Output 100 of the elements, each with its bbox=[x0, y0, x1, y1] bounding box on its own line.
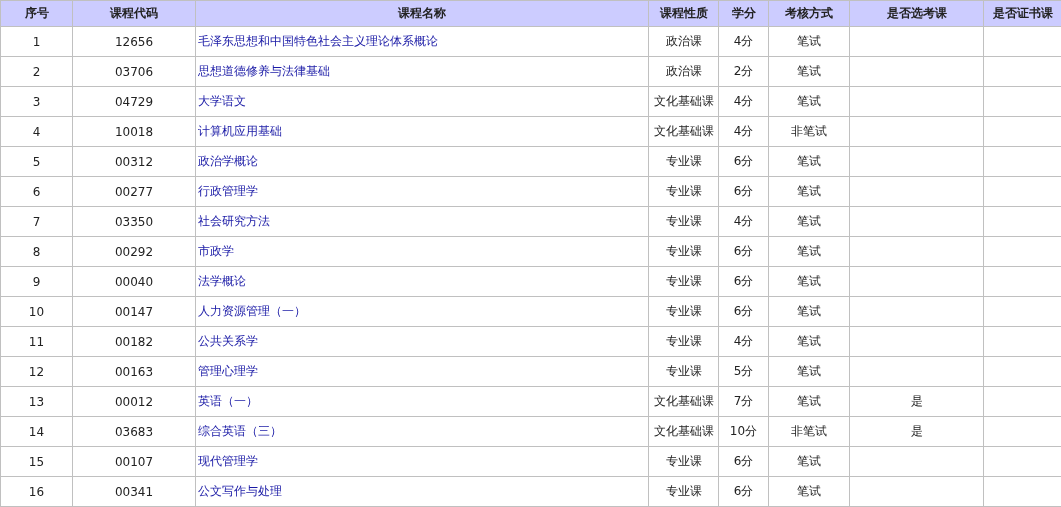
table-cell: 1 bbox=[0, 26, 73, 57]
table-cell: 11 bbox=[0, 326, 73, 357]
table-cell: 13 bbox=[0, 386, 73, 417]
table-cell: 专业课 bbox=[648, 266, 719, 297]
column-header: 序号 bbox=[0, 0, 73, 27]
table-cell: 笔试 bbox=[768, 86, 850, 117]
table-cell: 专业课 bbox=[648, 176, 719, 207]
table-cell: 6 bbox=[0, 176, 73, 207]
course-name-link[interactable]: 现代管理学 bbox=[198, 454, 258, 468]
column-header: 学分 bbox=[718, 0, 769, 27]
table-cell: 2 bbox=[0, 56, 73, 87]
course-name-link[interactable]: 公文写作与处理 bbox=[198, 484, 282, 498]
course-name-link[interactable]: 社会研究方法 bbox=[198, 214, 270, 228]
table-cell: 专业课 bbox=[648, 476, 719, 507]
table-cell: 4分 bbox=[718, 206, 769, 237]
table-cell: 15 bbox=[0, 446, 73, 477]
table-cell: 5 bbox=[0, 146, 73, 177]
table-cell: 00107 bbox=[72, 446, 196, 477]
table-cell: 6分 bbox=[718, 176, 769, 207]
table-cell: 00182 bbox=[72, 326, 196, 357]
course-name-link[interactable]: 市政学 bbox=[198, 244, 234, 258]
table-cell: 笔试 bbox=[768, 476, 850, 507]
course-name-link[interactable]: 大学语文 bbox=[198, 94, 246, 108]
table-cell: 笔试 bbox=[768, 206, 850, 237]
table-cell: 笔试 bbox=[768, 326, 850, 357]
table-cell: 专业课 bbox=[648, 326, 719, 357]
table-cell: 16 bbox=[0, 476, 73, 507]
table-cell: 专业课 bbox=[648, 236, 719, 267]
table-cell: 3 bbox=[0, 86, 73, 117]
table-cell: 文化基础课 bbox=[648, 386, 719, 417]
table-cell: 4 bbox=[0, 116, 73, 147]
table-cell: 4分 bbox=[718, 86, 769, 117]
column-header: 课程名称 bbox=[195, 0, 649, 27]
course-name-link[interactable]: 人力资源管理（一） bbox=[198, 304, 306, 318]
table-cell: 6分 bbox=[718, 476, 769, 507]
table-cell: 是 bbox=[849, 386, 984, 417]
table-cell: 笔试 bbox=[768, 356, 850, 387]
table-cell: 笔试 bbox=[768, 26, 850, 57]
table-cell: 10 bbox=[0, 296, 73, 327]
course-name-link[interactable]: 公共关系学 bbox=[198, 334, 258, 348]
table-cell: 04729 bbox=[72, 86, 196, 117]
column-header: 考核方式 bbox=[768, 0, 850, 27]
table-cell: 专业课 bbox=[648, 206, 719, 237]
table-cell: 00341 bbox=[72, 476, 196, 507]
table-cell: 笔试 bbox=[768, 146, 850, 177]
table-cell: 9 bbox=[0, 266, 73, 297]
course-name-link[interactable]: 管理心理学 bbox=[198, 364, 258, 378]
table-cell: 专业课 bbox=[648, 146, 719, 177]
table-cell: 非笔试 bbox=[768, 116, 850, 147]
table-cell: 6分 bbox=[718, 236, 769, 267]
table-cell: 4分 bbox=[718, 26, 769, 57]
table-cell: 7分 bbox=[718, 386, 769, 417]
table-cell: 10分 bbox=[718, 416, 769, 447]
table-cell: 专业课 bbox=[648, 296, 719, 327]
table-cell: 文化基础课 bbox=[648, 416, 719, 447]
table-cell: 笔试 bbox=[768, 56, 850, 87]
table-cell: 00277 bbox=[72, 176, 196, 207]
table-cell: 政治课 bbox=[648, 26, 719, 57]
table-cell: 专业课 bbox=[648, 446, 719, 477]
table-cell: 00040 bbox=[72, 266, 196, 297]
table-cell: 14 bbox=[0, 416, 73, 447]
table-cell: 专业课 bbox=[648, 356, 719, 387]
table-cell: 00312 bbox=[72, 146, 196, 177]
table-cell: 笔试 bbox=[768, 386, 850, 417]
course-name-link[interactable]: 法学概论 bbox=[198, 274, 246, 288]
table-cell: 笔试 bbox=[768, 236, 850, 267]
table-cell: 笔试 bbox=[768, 176, 850, 207]
table-cell: 笔试 bbox=[768, 266, 850, 297]
table-cell: 8 bbox=[0, 236, 73, 267]
table-cell: 12656 bbox=[72, 26, 196, 57]
table-cell: 6分 bbox=[718, 266, 769, 297]
table-cell: 文化基础课 bbox=[648, 86, 719, 117]
table-cell: 00012 bbox=[72, 386, 196, 417]
course-name-link[interactable]: 思想道德修养与法律基础 bbox=[198, 64, 330, 78]
table-cell: 6分 bbox=[718, 146, 769, 177]
table-cell: 笔试 bbox=[768, 296, 850, 327]
course-name-link[interactable]: 行政管理学 bbox=[198, 184, 258, 198]
table-cell: 10018 bbox=[72, 116, 196, 147]
course-name-link[interactable]: 计算机应用基础 bbox=[198, 124, 282, 138]
column-header: 课程代码 bbox=[72, 0, 196, 27]
table-cell: 6分 bbox=[718, 296, 769, 327]
table-cell: 00163 bbox=[72, 356, 196, 387]
course-name-link[interactable]: 政治学概论 bbox=[198, 154, 258, 168]
table-cell: 政治课 bbox=[648, 56, 719, 87]
table-cell: 非笔试 bbox=[768, 416, 850, 447]
table-cell: 03350 bbox=[72, 206, 196, 237]
course-name-link[interactable]: 英语（一） bbox=[198, 394, 258, 408]
table-cell: 7 bbox=[0, 206, 73, 237]
table-cell: 00147 bbox=[72, 296, 196, 327]
table-cell: 00292 bbox=[72, 236, 196, 267]
table-cell: 是 bbox=[849, 416, 984, 447]
column-header: 是否选考课 bbox=[849, 0, 984, 27]
table-cell: 4分 bbox=[718, 326, 769, 357]
course-name-link[interactable]: 综合英语（三） bbox=[198, 424, 282, 438]
table-cell: 笔试 bbox=[768, 446, 850, 477]
table-cell: 4分 bbox=[718, 116, 769, 147]
table-cell: 6分 bbox=[718, 446, 769, 477]
table-cell: 文化基础课 bbox=[648, 116, 719, 147]
table-cell: 2分 bbox=[718, 56, 769, 87]
table-cell: 03683 bbox=[72, 416, 196, 447]
